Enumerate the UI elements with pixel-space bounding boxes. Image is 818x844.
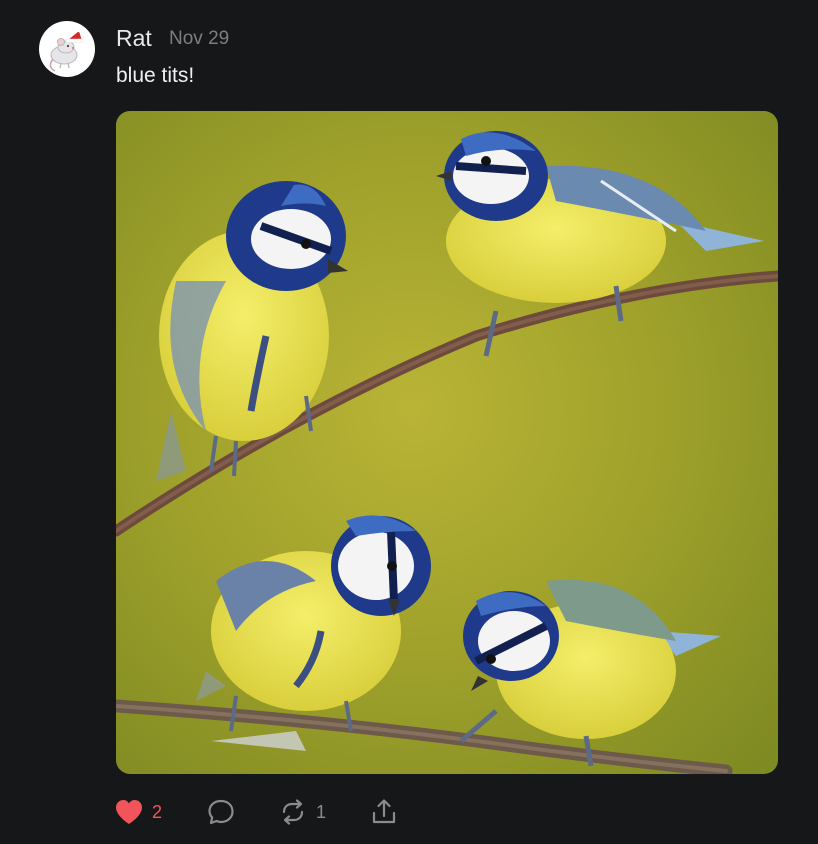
- repost-arrows-icon: [282, 799, 304, 825]
- repost-count: 1: [316, 801, 327, 822]
- post-image[interactable]: [116, 111, 778, 774]
- comment-bubble-icon: [208, 799, 234, 825]
- like-button[interactable]: 2: [114, 794, 162, 830]
- author-name[interactable]: Rat: [116, 24, 152, 52]
- share-upload-icon: [372, 799, 396, 824]
- heart-icon: [116, 800, 142, 824]
- blue-tits-on-branches-photo: [116, 111, 778, 774]
- rat-with-santa-hat-icon: [49, 27, 84, 72]
- post-date[interactable]: Nov 29: [169, 27, 229, 51]
- post: Rat Nov 29 blue tits! 2 1: [0, 0, 818, 844]
- post-text: blue tits!: [116, 64, 195, 87]
- share-button[interactable]: [369, 794, 399, 830]
- reply-button[interactable]: [206, 794, 244, 830]
- author-avatar[interactable]: [39, 21, 95, 77]
- like-count: 2: [152, 801, 163, 822]
- repost-button[interactable]: 1: [278, 794, 326, 830]
